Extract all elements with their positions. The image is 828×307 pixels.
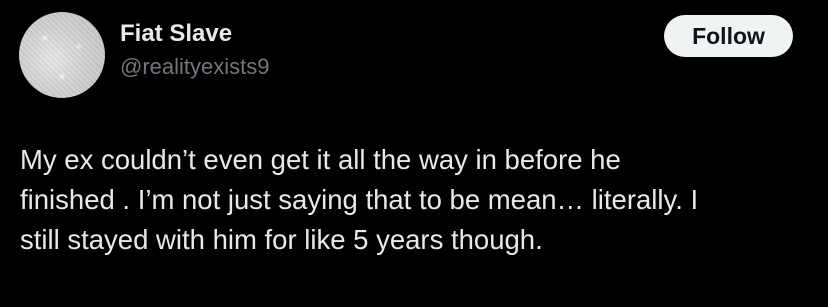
tweet-text-line: still stayed with him for like 5 years t… <box>20 224 543 255</box>
tweet-text-line: My ex couldn’t even get it all the way i… <box>20 144 621 175</box>
tweet-text-line: finished . I’m not just saying that to b… <box>20 184 699 215</box>
tweet-card: Fiat Slave @realityexists9 Follow My ex … <box>0 0 828 307</box>
profile-avatar-icon[interactable] <box>19 12 105 98</box>
author-display-name[interactable]: Fiat Slave <box>120 18 232 50</box>
tweet-text: My ex couldn’t even get it all the way i… <box>20 140 810 260</box>
author-handle[interactable]: @realityexists9 <box>120 52 270 82</box>
follow-button[interactable]: Follow <box>664 15 793 57</box>
